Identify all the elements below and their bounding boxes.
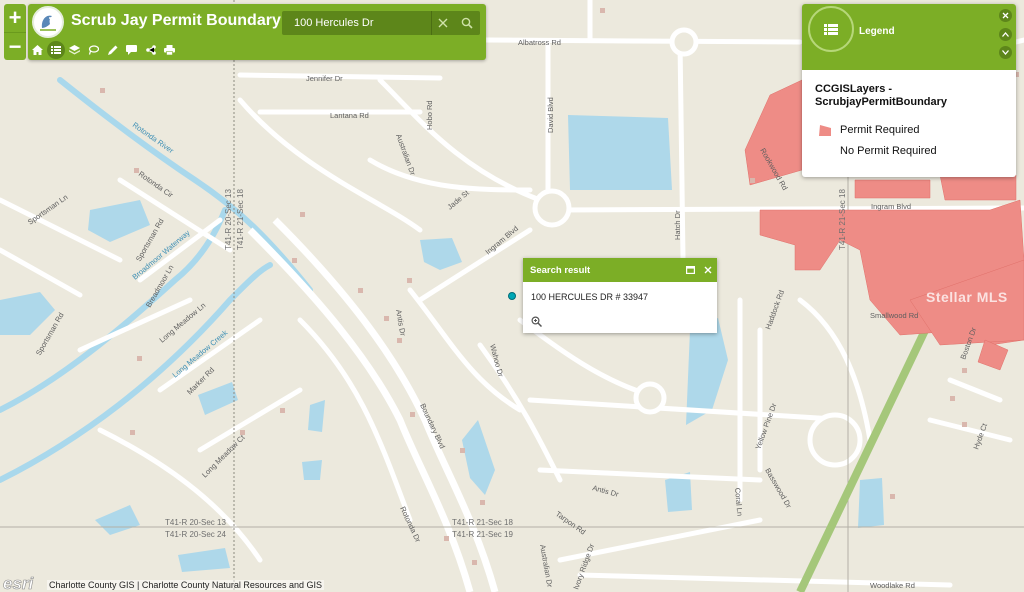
- comment-icon[interactable]: [122, 41, 141, 59]
- popup-header: Search result: [523, 258, 717, 282]
- map-attribution: Charlotte County GIS | Charlotte County …: [47, 580, 324, 590]
- esri-logo-text: esri: [3, 574, 35, 592]
- street-label: Hobo Rd: [425, 100, 434, 130]
- search-box: [282, 11, 480, 35]
- street-label: Woodlake Rd: [870, 581, 915, 590]
- close-icon[interactable]: [432, 11, 454, 35]
- section-label: T41-R 20-Sec 13: [224, 189, 233, 250]
- section-label: T41-R 20-Sec 13: [165, 518, 226, 527]
- section-label: T41-R 20-Sec 24: [165, 530, 226, 539]
- home-icon[interactable]: [28, 41, 47, 59]
- pencil-icon[interactable]: [103, 41, 122, 59]
- legend-item-label: No Permit Required: [840, 145, 937, 157]
- street-label: Lantana Rd: [330, 111, 369, 120]
- search-result-popup: Search result 100 HERCULES DR # 33947: [523, 258, 717, 333]
- maximize-icon[interactable]: [681, 258, 699, 282]
- search-icon[interactable]: [454, 11, 480, 35]
- section-label: T41-R 21-Sec 18: [236, 189, 245, 250]
- list-icon[interactable]: [47, 41, 65, 59]
- print-icon[interactable]: [160, 41, 179, 59]
- search-input[interactable]: [282, 11, 432, 35]
- legend-item-label: Permit Required: [840, 124, 920, 136]
- street-label: Ingram Blvd: [871, 202, 911, 211]
- app-header: Scrub Jay Permit Boundary: [28, 4, 486, 60]
- chevron-down-icon[interactable]: [999, 46, 1012, 59]
- app-title: Scrub Jay Permit Boundary: [71, 12, 281, 29]
- legend-layer-line: ScrubjayPermitBoundary: [815, 96, 948, 108]
- street-label: Smallwood Rd: [870, 311, 918, 320]
- esri-logo: esri: [3, 574, 35, 592]
- zoom-to-icon[interactable]: [531, 314, 543, 328]
- legend-title: Legend: [859, 26, 895, 37]
- street-label: David Blvd: [546, 97, 555, 133]
- zoom-in-button[interactable]: +: [4, 4, 26, 32]
- no-permit-required-swatch: [819, 145, 832, 157]
- legend-item: Permit Required: [818, 122, 919, 138]
- legend-icon: [808, 6, 854, 52]
- close-icon[interactable]: [699, 258, 717, 282]
- popup-content: 100 HERCULES DR # 33947: [531, 292, 649, 302]
- section-label: T41-R 21-Sec 19: [452, 530, 513, 539]
- legend-header: Legend: [802, 4, 1016, 70]
- chevron-up-icon[interactable]: [999, 28, 1012, 41]
- legend-layer-line: CCGISLayers -: [815, 83, 893, 95]
- toolbar: [28, 41, 179, 59]
- legend-panel: Legend CCGISLayers - ScrubjayPermitBound…: [802, 4, 1016, 177]
- lasso-icon[interactable]: [84, 41, 103, 59]
- section-label: T41-R 21-Sec 18: [838, 189, 847, 250]
- zoom-out-button[interactable]: −: [4, 32, 26, 60]
- legend-layer-name: CCGISLayers - ScrubjayPermitBoundary: [815, 83, 947, 109]
- section-label: T41-R 21-Sec 18: [452, 518, 513, 527]
- legend-item: No Permit Required: [818, 143, 937, 159]
- popup-title: Search result: [530, 264, 591, 276]
- watermark: Stellar MLS: [926, 289, 1008, 305]
- layers-icon[interactable]: [65, 41, 84, 59]
- permit-required-swatch: [819, 124, 831, 136]
- close-icon[interactable]: [999, 9, 1012, 22]
- share-icon[interactable]: [141, 41, 160, 59]
- search-result-marker[interactable]: [508, 292, 516, 300]
- street-label: Hatch Dr: [673, 210, 682, 240]
- street-label: Jennifer Dr: [306, 74, 343, 83]
- street-label: Albatross Rd: [518, 38, 561, 47]
- app-logo: [32, 6, 64, 38]
